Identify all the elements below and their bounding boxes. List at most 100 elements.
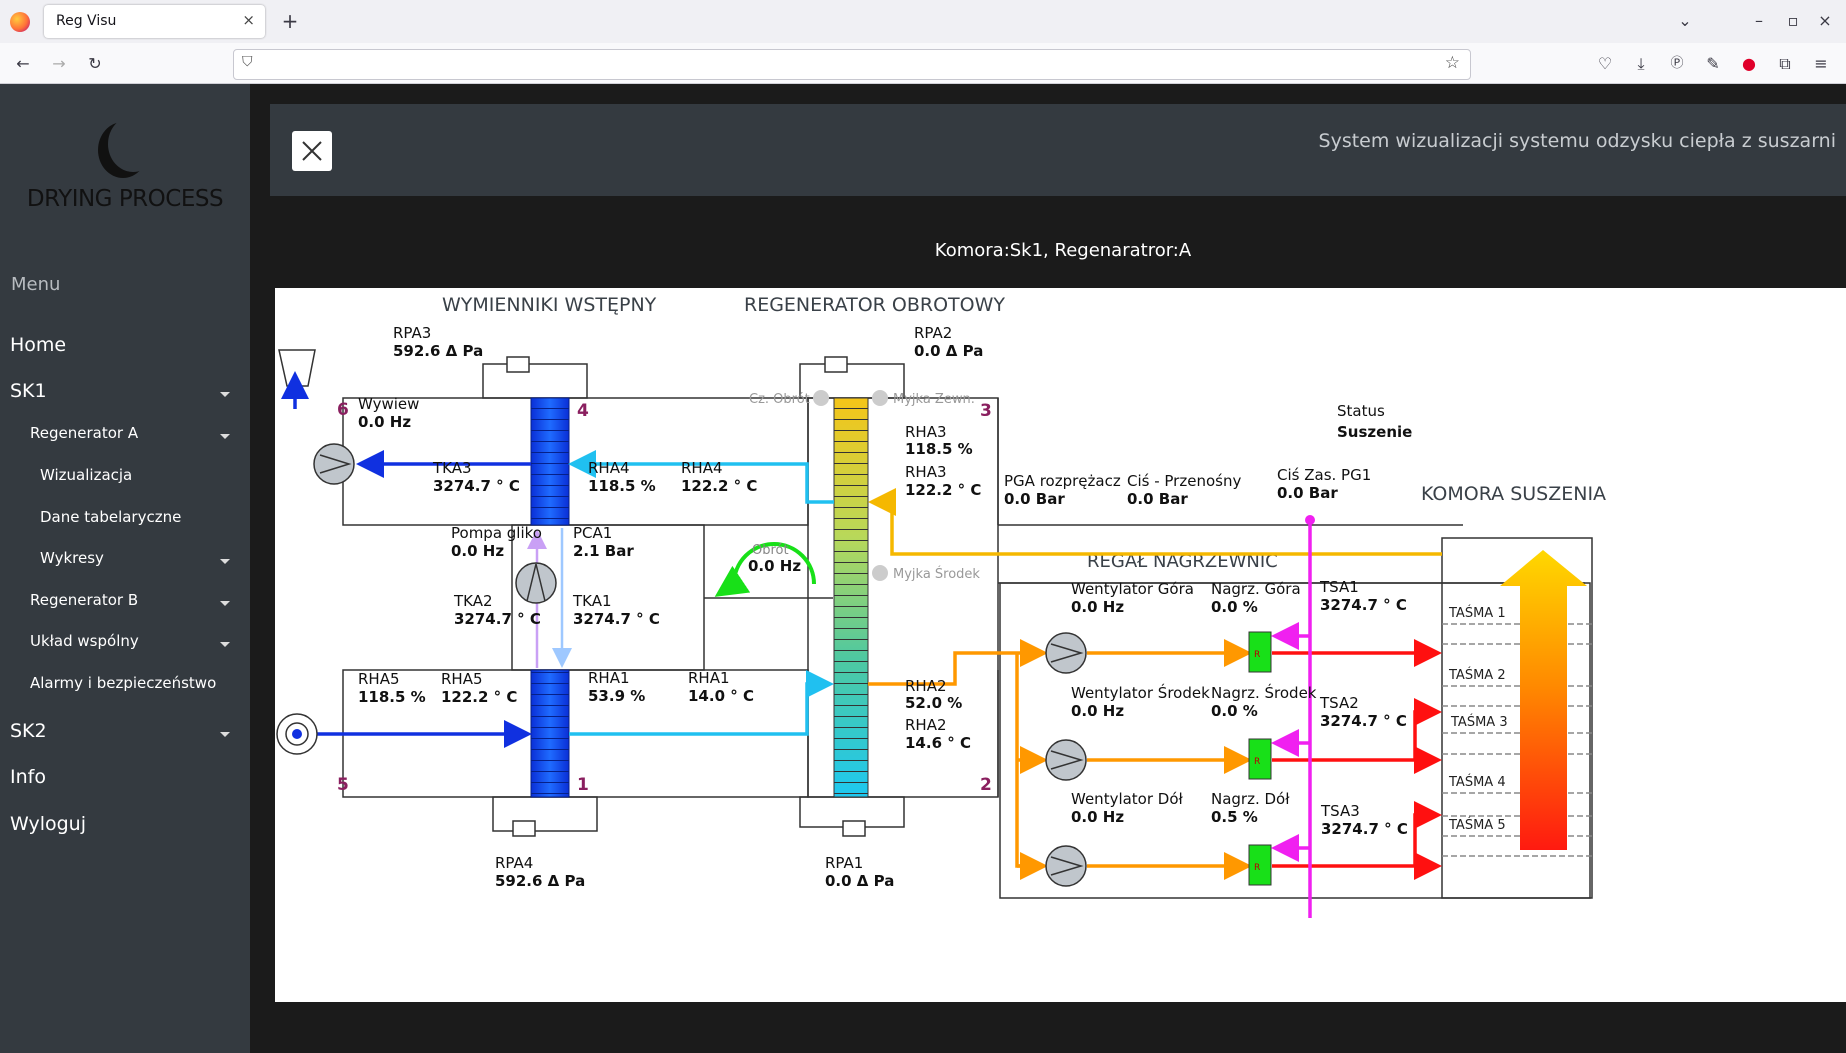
extension-p-icon[interactable]: Ⓟ — [1664, 51, 1690, 77]
intake-icon — [276, 713, 318, 755]
brand-name: DRYING PROCESS — [26, 186, 224, 212]
rpa1-value: 0.0 Δ Pa — [825, 872, 894, 890]
browser-tab[interactable]: Reg Visu × — [44, 5, 265, 38]
rha1-h-value: 53.9 % — [588, 687, 645, 705]
rpa2-value: 0.0 Δ Pa — [914, 342, 983, 360]
nagrz-srodek-value: 0.0 % — [1211, 702, 1258, 720]
external-wash-indicator — [872, 390, 888, 406]
obrot-label: Obrót — [752, 543, 789, 558]
rha1-t-value: 14.0 ° C — [688, 687, 754, 705]
glycol-pump-icon — [515, 562, 557, 604]
rha2-h-value: 52.0 % — [905, 694, 962, 712]
close-sidebar-button[interactable] — [292, 131, 332, 171]
sidebar-item-wykresy[interactable]: Wykresy — [0, 549, 250, 573]
rha3-t-value: 122.2 ° C — [905, 481, 981, 499]
sidebar-item-label: Wizualizacja — [40, 466, 133, 484]
rha2-t-label: RHA2 — [905, 716, 947, 734]
sidebar-item-sk1[interactable]: SK1 — [0, 380, 250, 410]
menu-title: Menu — [11, 274, 61, 295]
sidebar-item-alarmy[interactable]: Alarmy i bezpieczeństwo — [0, 674, 250, 698]
title-regenerator: REGENERATOR OBROTOWY — [744, 294, 1005, 316]
went-gora-label: Wentylator Góra — [1071, 580, 1194, 598]
rha5-t-value: 122.2 ° C — [441, 688, 517, 706]
nagrz-dol-label: Nagrz. Dół — [1211, 790, 1290, 808]
title-chamber: KOMORA SUSZENIA — [1421, 483, 1606, 505]
top-bar: System wizualizacji systemu odzysku ciep… — [270, 104, 1846, 196]
minimize-icon[interactable]: – — [1746, 8, 1772, 34]
extensions-icon[interactable]: ⧉ — [1772, 51, 1798, 77]
status-value: Suszenie — [1337, 423, 1412, 441]
cis-zas-value: 0.0 Bar — [1277, 484, 1338, 502]
hamburger-menu-icon[interactable]: ≡ — [1808, 51, 1834, 77]
window-close-icon[interactable]: × — [1812, 8, 1838, 34]
cis-przen-value: 0.0 Bar — [1127, 490, 1188, 508]
obrot-value: 0.0 Hz — [748, 557, 801, 575]
rha1-h-label: RHA1 — [588, 669, 630, 687]
went-gora-value: 0.0 Hz — [1071, 598, 1124, 616]
sidebar-item-wizualizacja[interactable]: Wizualizacja — [0, 466, 250, 490]
tab-strip: Reg Visu × + ⌄ – ▫ × — [0, 0, 1846, 43]
sidebar-item-label: Info — [10, 766, 46, 788]
rha3-h-value: 118.5 % — [905, 440, 973, 458]
forward-arrow-icon[interactable]: → — [46, 51, 72, 77]
opera-icon[interactable]: ● — [1736, 51, 1762, 77]
rpa2-label: RPA2 — [914, 324, 952, 342]
new-tab-button[interactable]: + — [277, 8, 303, 34]
rpa3-value: 592.6 Δ Pa — [393, 342, 483, 360]
sidebar-item-label: Wyloguj — [10, 813, 86, 835]
zone-1: 1 — [577, 775, 589, 795]
reload-icon[interactable]: ↻ — [82, 51, 108, 77]
pocket-icon[interactable]: ♡ — [1592, 51, 1618, 77]
belt-2: TAŚMA 2 — [1448, 667, 1506, 683]
rha5-h-value: 118.5 % — [358, 688, 426, 706]
sidebar-item-uklad-wspolny[interactable]: Układ wspólny — [0, 632, 250, 656]
chevron-down-icon[interactable]: ⌄ — [1672, 8, 1698, 34]
chamber-title: Komora:Sk1, Regenaratror:A — [934, 240, 1192, 261]
belt-4: TAŚMA 4 — [1448, 774, 1506, 790]
sidebar-item-regenerator-b[interactable]: Regenerator B — [0, 591, 250, 615]
url-bar[interactable]: ⛉ ☆ — [233, 49, 1471, 80]
sidebar-item-wyloguj[interactable]: Wyloguj — [0, 813, 250, 843]
fan-exhaust-icon — [313, 443, 355, 485]
tsa1-label: TSA1 — [1319, 578, 1359, 596]
bookmark-star-icon[interactable]: ☆ — [1445, 53, 1460, 73]
caret-down-icon — [220, 433, 230, 439]
back-arrow-icon[interactable]: ← — [10, 51, 36, 77]
sidebar-item-info[interactable]: Info — [0, 766, 250, 796]
restore-icon[interactable]: ▫ — [1780, 8, 1806, 34]
app: DRYING PROCESS Menu Home SK1 Regenerator… — [0, 84, 1846, 1053]
rha4-h-label: RHA4 — [588, 459, 630, 477]
heater-bottom-mark: R — [1254, 863, 1260, 873]
close-icon — [302, 141, 322, 161]
rpa4-value: 592.6 Δ Pa — [495, 872, 585, 890]
heater-middle-mark: R — [1254, 757, 1260, 767]
tka3-value: 3274.7 ° C — [433, 477, 520, 495]
belt-1: TAŚMA 1 — [1448, 605, 1506, 621]
pompa-value: 0.0 Hz — [451, 542, 504, 560]
eyedropper-icon[interactable]: ✎ — [1700, 51, 1726, 77]
nagrz-gora-label: Nagrz. Góra — [1211, 580, 1301, 598]
sidebar-item-dane[interactable]: Dane tabelaryczne — [0, 508, 250, 532]
pga-label: PGA rozprężacz — [1004, 472, 1121, 490]
download-icon[interactable]: ⤓ — [1628, 51, 1654, 77]
sidebar-item-sk2[interactable]: SK2 — [0, 720, 250, 750]
browser-chrome: Reg Visu × + ⌄ – ▫ × ← → ↻ ⛉ ☆ ♡ ⤓ Ⓟ ✎ ●… — [0, 0, 1846, 84]
tka1-value: 3274.7 ° C — [573, 610, 660, 628]
tab-close-icon[interactable]: × — [242, 11, 255, 29]
sidebar-item-label: Regenerator A — [30, 424, 139, 442]
wywiew-label: Wywiew — [358, 395, 419, 413]
fan-bottom-icon — [1045, 845, 1087, 887]
nagrz-srodek-label: Nagrz. Środek — [1211, 683, 1317, 702]
sidebar-item-home[interactable]: Home — [0, 334, 250, 364]
rha4-h-value: 118.5 % — [588, 477, 656, 495]
sidebar-item-label: Układ wspólny — [30, 632, 139, 650]
caret-down-icon — [220, 600, 230, 606]
sidebar-item-label: SK2 — [10, 720, 47, 742]
fan-middle-icon — [1045, 739, 1087, 781]
tsa3-label: TSA3 — [1320, 802, 1360, 820]
diagram-svg: WYMIENNIKI WSTĘPNY REGENERATOR OBROTOWY … — [276, 294, 1606, 918]
sidebar-item-regenerator-a[interactable]: Regenerator A — [0, 424, 250, 448]
belt-5: TAŚMA 5 — [1448, 817, 1506, 833]
label-cz-obrot: Cz. Obrót — [749, 392, 810, 407]
rha4-t-value: 122.2 ° C — [681, 477, 757, 495]
